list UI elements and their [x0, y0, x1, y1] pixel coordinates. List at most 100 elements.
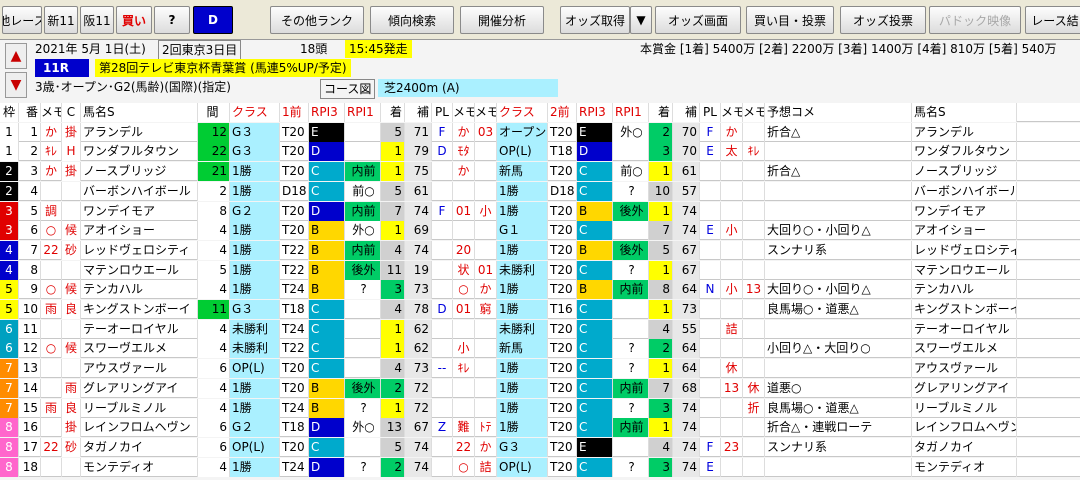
cell-rpi3a: B — [309, 260, 345, 280]
toolbar-button-14[interactable]: オッズ投票 — [840, 6, 926, 34]
toolbar-button-12[interactable]: オッズ画面 — [655, 6, 741, 34]
table-row[interactable]: 2 3 か掛ノースブリッジ 21 1勝 T20 C 内前 1 75 か新馬 T20 C 前○ 1 61 折合△ ノ… — [0, 162, 1080, 182]
cell-horse-name-2: テンカハル — [912, 280, 1017, 300]
cell-rpi3b: D — [577, 142, 613, 162]
cell-memo — [41, 181, 62, 201]
cell-class1: 1勝 — [230, 457, 280, 477]
cell-rpi1b — [613, 142, 649, 162]
toolbar-button-5[interactable]: ? — [154, 6, 190, 34]
cell-ho2: 74 — [673, 418, 700, 438]
toolbar-button-2[interactable]: 新11 — [44, 6, 78, 34]
cell-prev1: D18 — [280, 181, 309, 201]
up-arrow-icon[interactable]: ▲ — [5, 43, 27, 69]
cell-ho2: 74 — [673, 221, 700, 241]
cell-rpi1a — [345, 122, 381, 142]
cell-class1: 1勝 — [230, 378, 280, 398]
cell-memo2b — [743, 457, 765, 477]
header-prev2: 2前 — [548, 103, 577, 122]
table-row[interactable]: 4 8 マテンロウエール 5 1勝 T22 B 後外 11 19 状 01 未勝利 T20 C? 1 67 マテン… — [0, 260, 1080, 280]
table-row[interactable]: 6 11 テーオーロイヤル 4 未勝利 T24 C 1 62 未勝利 T20 C 4 55 詰テーオーロイヤ… — [0, 319, 1080, 339]
table-row[interactable]: 7 15 雨良リーブルミノル 4 1勝 T24 B? 1 72 1勝 T20 C? 3 74 折良馬場○・道… — [0, 398, 1080, 418]
cell-class1: G３ — [230, 142, 280, 162]
race-meeting: 2回東京3日目 — [158, 40, 242, 60]
cell-rpi3a: B — [309, 221, 345, 241]
cell-rpi3b: C — [577, 359, 613, 379]
cell-prev2: T20 — [548, 418, 577, 438]
toolbar-button-13[interactable]: 買い目・投票 — [746, 6, 834, 34]
table-row[interactable]: 6 12 ○ 候スワーヴエルメ 4 未勝利 T22 C 1 62 小新馬 T20 C? 2 64 小回り△・大… — [0, 339, 1080, 359]
header-pl2: PL — [700, 103, 721, 122]
cell-class1: OP(L) — [230, 359, 280, 379]
toolbar-button-11[interactable]: ▼ — [630, 6, 652, 34]
cell-class1: 1勝 — [230, 260, 280, 280]
cell-pl1 — [432, 221, 453, 241]
cell-horse-name-2: リーブルミノル — [912, 398, 1017, 418]
cell-memo1b: 小 — [475, 201, 497, 221]
cell-memo1a: か — [453, 122, 475, 142]
cell-interval: 22 — [198, 142, 230, 162]
toolbar-button-6[interactable]: D — [193, 6, 233, 34]
cell-memo2a: 小 — [721, 221, 743, 241]
cell-ho2: 68 — [673, 378, 700, 398]
toolbar-button-15[interactable]: パドック映像 — [929, 6, 1021, 34]
down-arrow-icon[interactable]: ▼ — [5, 72, 27, 98]
cell-memo1b — [475, 240, 497, 260]
table-row[interactable]: 7 14 雨グレアリングアイ 4 1勝 T20 B 後外 2 72 1勝 T20 C 内前 7 68 13 休道悪… — [0, 378, 1080, 398]
toolbar-button-1[interactable]: 他レース — [2, 6, 42, 34]
cell-class2: 新馬 — [497, 162, 548, 182]
toolbar-button-3[interactable]: 阪11 — [80, 6, 114, 34]
toolbar-button-7[interactable]: その他ランク — [270, 6, 364, 34]
cell-rank1: 4 — [381, 240, 405, 260]
cell-class1: G３ — [230, 300, 280, 319]
cell-horse-name: キングストンボーイ — [81, 300, 198, 319]
cell-pl1: F — [432, 122, 453, 142]
cell-memo2a — [721, 339, 743, 359]
table-row[interactable]: 3 6 ○ 候アオイショー 4 1勝 T20 B 外○ 1 69 G１ T20 C 7 74 E 小大回り○・小回… — [0, 221, 1080, 241]
table-row[interactable]: 3 5 調ワンデイモア 8 G２ T20 D 内前 7 74 F 01 小 1勝 T20 B 後外 1 74 ワンデイ… — [0, 201, 1080, 221]
cell-prev2: T20 — [548, 240, 577, 260]
cell-ho2: 61 — [673, 162, 700, 182]
course-map-button[interactable]: コース図 — [320, 79, 376, 99]
table-row[interactable]: 1 1 か掛アランデル 12 G３ T20 E 5 71 F か 03 オープン T20 E 外○ 2 70 F か折… — [0, 122, 1080, 142]
cell-ban: 13 — [19, 359, 41, 379]
table-row[interactable]: 1 2 ｷﾚ H ワンダフルタウン 22 G３ T20 D 1 79 D ﾓﾀ OP(L) T18 D 3 70 E… — [0, 142, 1080, 162]
toolbar-button-4[interactable]: 買い — [116, 6, 152, 34]
cell-interval: 4 — [198, 319, 230, 339]
header-memo1b: メモ — [475, 103, 497, 122]
toolbar-button-10[interactable]: オッズ取得 — [560, 6, 630, 34]
cell-rpi1b: 後外 — [613, 240, 649, 260]
table-row[interactable]: 2 4 バーボンハイボール 2 1勝 D18 C 前○ 5 61 1勝 D18 C? 10 57 バーボンハイ… — [0, 181, 1080, 201]
cell-yoso-comment — [765, 201, 912, 221]
cell-rpi3b: C — [577, 319, 613, 339]
cell-waku: 3 — [0, 221, 19, 241]
cell-rpi3a: C — [309, 359, 345, 379]
cell-prev2: T20 — [548, 437, 577, 457]
cell-memo2a: 詰 — [721, 319, 743, 339]
cell-class2: 1勝 — [497, 398, 548, 418]
cell-memo2b — [743, 221, 765, 241]
cell-horse-name-2: ワンダフルタウン — [912, 142, 1017, 162]
table-row[interactable]: 8 16 掛レインフロムヘヴン 6 G２ T18 D 外○ 13 67 Z 難ﾄﾃ 1勝 T20 C 内前 1 7… — [0, 418, 1080, 438]
toolbar-button-8[interactable]: 傾向検索 — [370, 6, 454, 34]
cell-waku: 8 — [0, 457, 19, 477]
table-row[interactable]: 8 18 モンテディオ 4 1勝 T24 D? 2 74 ○ 詰 OP(L) T20 C? 3 74 E モンテデ… — [0, 457, 1080, 477]
cell-horse-name-2: グレアリングアイ — [912, 378, 1017, 398]
cell-rpi1a: ? — [345, 398, 381, 418]
table-row[interactable]: 5 10 雨良キングストンボーイ 11 G３ T18 C 4 78 D 01 窮 1勝 T16 C 1 73 良馬… — [0, 300, 1080, 319]
cell-pl2 — [700, 162, 721, 182]
table-row[interactable]: 4 7 22 砂レッドヴェロシティ 4 1勝 T22 B 内前 4 74 20 1勝 T20 B 後外 5 67 ス… — [0, 240, 1080, 260]
table-row[interactable]: 8 17 22 砂タガノカイ 6 OP(L) T20 C 5 74 22 か G３ T20 E 4 74 F 23 ス… — [0, 437, 1080, 457]
cell-memo2b — [743, 201, 765, 221]
cell-pl2 — [700, 319, 721, 339]
table-row[interactable]: 7 13 アウスヴァール 6 OP(L) T20 C 4 73 -- ｷﾚ 1勝 T20 C? 1 64 休アウ… — [0, 359, 1080, 379]
cell-yoso-comment — [765, 142, 912, 162]
toolbar-button-9[interactable]: 開催分析 — [460, 6, 544, 34]
toolbar-button-16[interactable]: レース結 — [1025, 6, 1080, 34]
cell-prev1: T20 — [280, 437, 309, 457]
cell-ho1: 74 — [405, 240, 432, 260]
cell-rpi1b: 外○ — [613, 122, 649, 142]
cell-yoso-comment: 大回り○・小回り△ — [765, 280, 912, 300]
cell-rpi1b: ? — [613, 359, 649, 379]
cell-yoso-comment: 折合△ — [765, 162, 912, 182]
table-row[interactable]: 5 9 ○ 候テンカハル 4 1勝 T24 B? 3 73 ○ か 1勝 T20 B 内前 8 64 N 小 13 大回り… — [0, 280, 1080, 300]
